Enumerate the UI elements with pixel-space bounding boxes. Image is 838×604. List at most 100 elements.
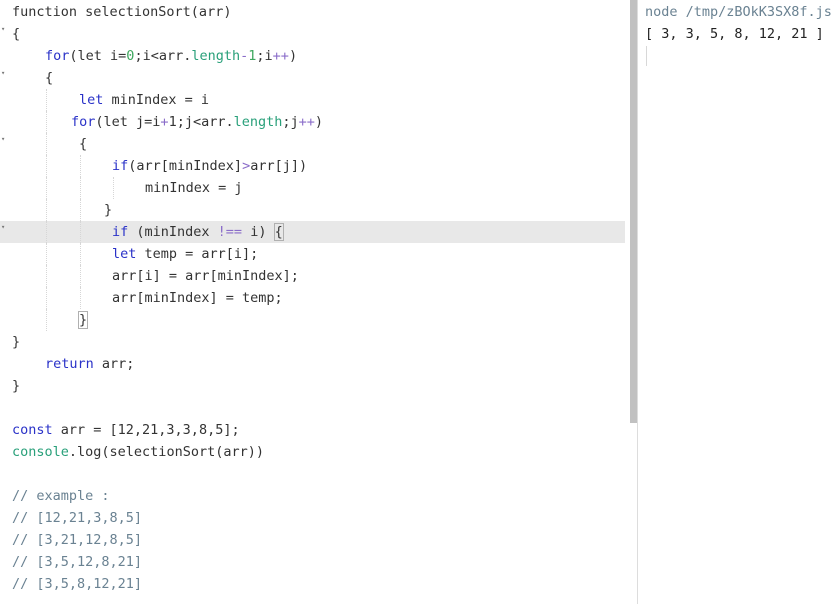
fold-arrow-icon[interactable] [1,224,7,230]
code-token: console [12,444,69,460]
code-token: (let j=i [95,114,161,130]
indent-guide [113,177,114,199]
indent-guide [46,199,47,221]
code-line[interactable]: { [0,133,625,155]
indent-guide [46,155,47,177]
code-token: length [191,48,241,64]
code-line[interactable]: } [0,199,625,221]
indent-guide [80,265,81,287]
code-text: } [12,375,20,397]
indent-guide [46,133,47,155]
indent-guide [46,111,47,133]
code-line[interactable]: // [3,5,12,8,21] [0,551,625,573]
code-line[interactable]: for(let j=i+1;j<arr.length;j++) [0,111,625,133]
code-text: minIndex = j [145,177,243,199]
indent-guide [80,243,81,265]
code-text: if (minIndex !== i) { [112,221,284,243]
code-token: // [3,21,12,8,5] [12,532,143,548]
code-line[interactable]: for(let i=0;i<arr.length-1;i++) [0,45,625,67]
code-line[interactable]: } [0,309,625,331]
code-token: return [45,356,94,372]
code-token: } [104,202,113,218]
code-token: arr[j]) [250,158,308,174]
code-line[interactable]: // [3,21,12,8,5] [0,529,625,551]
code-line[interactable]: } [0,331,625,353]
code-token: > [242,158,251,174]
indent-guide [80,199,81,221]
code-text: for(let i=0;i<arr.length-1;i++) [45,45,297,67]
code-token: function selectionSort(arr) [12,4,232,20]
output-caret [646,46,647,66]
code-token: ++ [272,48,289,64]
code-text: for(let j=i+1;j<arr.length;j++) [71,111,323,133]
code-token: ) [288,48,298,64]
code-token: ) [314,114,324,130]
code-editor[interactable]: function selectionSort(arr) { for(let i=0;… [0,0,638,604]
code-line[interactable]: // [12,21,3,8,5] [0,507,625,529]
indent-guide [80,155,81,177]
code-token: const [12,422,53,438]
fold-arrow-icon[interactable] [1,70,7,76]
code-line[interactable]: return arr; [0,353,625,375]
code-text: } [104,199,112,221]
code-token: (arr[minIndex] [128,158,243,174]
code-text: { [79,133,87,155]
code-token: } [12,378,21,394]
code-line[interactable]: function selectionSort(arr) [0,1,625,23]
code-token: // example : [12,488,110,504]
code-token: arr[i] = arr[minIndex]; [112,268,299,284]
code-token: // [3,5,12,8,21] [12,554,143,570]
editor-scrollbar[interactable] [630,0,637,423]
run-command: node /tmp/zBOkK3SX8f.js [645,4,832,20]
code-line[interactable] [0,463,625,485]
code-line[interactable]: let minIndex = i [0,89,625,111]
code-line[interactable]: // example : [0,485,625,507]
code-text: } [12,331,20,353]
fold-arrow-icon[interactable] [1,136,7,142]
indent-guide [46,221,47,243]
code-line[interactable]: } [0,375,625,397]
code-line[interactable]: { [0,23,625,45]
indent-guide [46,265,47,287]
code-token: } [77,311,89,329]
indent-guide [46,243,47,265]
code-text: // [3,21,12,8,5] [12,529,142,551]
code-token: length [233,114,283,130]
code-token: (minIndex [128,224,218,240]
code-line[interactable]: if (minIndex !== i) { [0,221,625,243]
code-token: temp = arr[i]; [136,246,259,262]
code-token: + [160,114,169,130]
code-token: { [79,136,88,152]
code-token: { [45,70,54,86]
code-token: minIndex = i [103,92,210,108]
code-line[interactable] [0,397,625,419]
code-text: let temp = arr[i]; [112,243,258,265]
code-line[interactable]: { [0,67,625,89]
code-token: // [3,5,8,12,21] [12,576,143,592]
code-line[interactable]: if(arr[minIndex]>arr[j]) [0,155,625,177]
indent-guide [46,177,47,199]
code-line[interactable]: let temp = arr[i]; [0,243,625,265]
fold-arrow-icon[interactable] [1,26,7,32]
code-text: // example : [12,485,110,507]
code-text: function selectionSort(arr) [12,1,231,23]
code-line[interactable]: arr[minIndex] = temp; [0,287,625,309]
code-token: let [112,246,137,262]
code-line[interactable]: // [3,5,8,12,21] [0,573,625,595]
code-token: arr = [12,21,3,3,8,5]; [52,422,240,438]
code-line[interactable]: const arr = [12,21,3,3,8,5]; [0,419,625,441]
indent-guide [46,309,47,331]
code-text: arr[minIndex] = temp; [112,287,283,309]
text-cursor [282,223,284,239]
code-token: (let i= [69,48,127,64]
code-text: return arr; [45,353,134,375]
code-token: for [45,48,70,64]
code-token: if [112,224,129,240]
code-line[interactable]: arr[i] = arr[minIndex]; [0,265,625,287]
code-token: let [79,92,104,108]
code-line[interactable]: console.log(selectionSort(arr)) [0,441,625,463]
code-line[interactable]: minIndex = j [0,177,625,199]
code-token: { [12,26,21,42]
indent-guide [80,221,81,243]
code-text: let minIndex = i [79,89,209,111]
